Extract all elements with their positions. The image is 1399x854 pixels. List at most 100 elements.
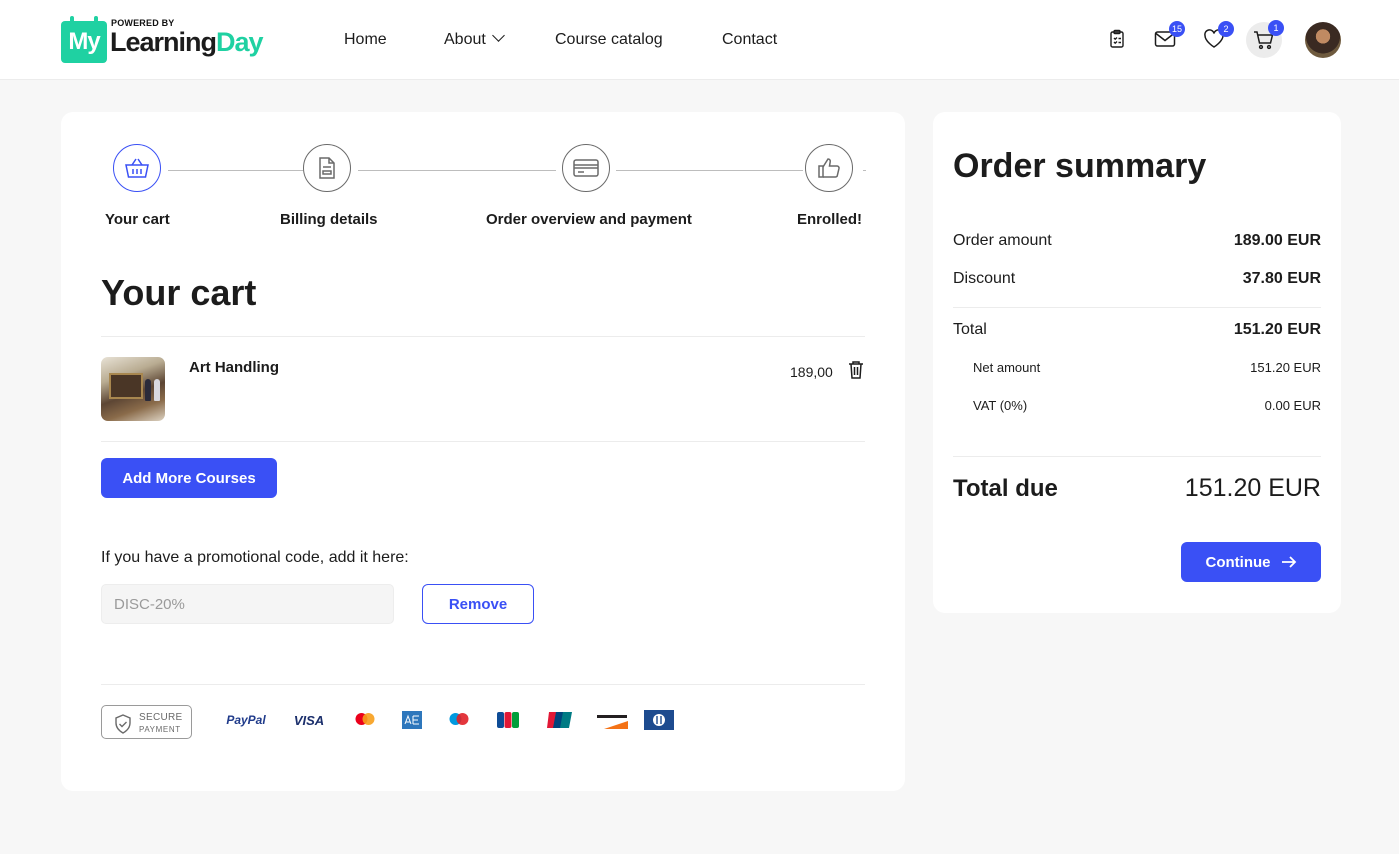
total-due-row: Total due 151.20 EUR bbox=[953, 474, 1321, 503]
stepper-connector bbox=[616, 170, 803, 171]
nav-about[interactable]: About bbox=[444, 29, 505, 49]
jcb-logo bbox=[497, 708, 519, 732]
course-thumbnail bbox=[101, 357, 165, 421]
step-order-overview[interactable] bbox=[562, 144, 610, 192]
step-your-cart[interactable] bbox=[113, 144, 161, 192]
divider bbox=[101, 441, 865, 442]
cart-badge: 1 bbox=[1268, 20, 1284, 36]
messages-button[interactable]: 15 bbox=[1149, 21, 1185, 55]
summary-title: Order summary bbox=[953, 147, 1207, 185]
messages-badge: 15 bbox=[1168, 21, 1185, 37]
paypal-logo-text: PayPal bbox=[226, 713, 266, 727]
clipboard-list-icon bbox=[1110, 29, 1124, 48]
continue-label: Continue bbox=[1205, 553, 1271, 571]
step-label-enrolled: Enrolled! bbox=[797, 211, 863, 228]
divider bbox=[953, 307, 1321, 308]
divider bbox=[101, 684, 865, 685]
divider bbox=[953, 456, 1321, 457]
discover-icon bbox=[596, 711, 628, 729]
step-label-your-cart: Your cart bbox=[105, 211, 170, 228]
painting-shape bbox=[109, 373, 143, 399]
credit-card-icon bbox=[573, 159, 599, 177]
step-label-billing: Billing details bbox=[280, 211, 378, 228]
secure-payment-badge: SECURE PAYMENT bbox=[101, 705, 192, 739]
step-billing-details[interactable] bbox=[303, 144, 351, 192]
order-summary-card: Order summary Order amount 189.00 EUR Di… bbox=[933, 112, 1341, 613]
total-row: Total 151.20 EUR bbox=[953, 321, 1321, 339]
discount-row: Discount 37.80 EUR bbox=[953, 270, 1321, 288]
top-header: My POWERED BY LearningDay Home About Cou… bbox=[0, 0, 1399, 80]
remove-promo-button[interactable]: Remove bbox=[422, 584, 534, 624]
stepper-connector bbox=[863, 170, 866, 171]
net-amount-value: 151.20 EUR bbox=[1250, 360, 1321, 375]
mastercard-icon bbox=[355, 713, 375, 725]
paypal-logo: PayPal bbox=[221, 708, 271, 732]
total-due-value: 151.20 EUR bbox=[1184, 474, 1321, 502]
net-amount-label: Net amount bbox=[973, 360, 1041, 375]
amex-icon bbox=[402, 711, 422, 729]
divider bbox=[101, 336, 865, 337]
jcb-icon bbox=[497, 712, 519, 728]
cart-card: Your cart Billing details Order overview… bbox=[61, 112, 905, 791]
maestro-icon bbox=[449, 713, 469, 725]
total-value: 151.20 EUR bbox=[1233, 321, 1321, 338]
vat-label: VAT (0%) bbox=[973, 398, 1028, 413]
clipboard-list-button[interactable] bbox=[1101, 23, 1133, 55]
order-amount-label: Order amount bbox=[953, 232, 1052, 249]
step-enrolled[interactable] bbox=[805, 144, 853, 192]
net-amount-row: Net amount 151.20 EUR bbox=[953, 360, 1321, 375]
order-amount-value: 189.00 EUR bbox=[1233, 232, 1321, 249]
promo-code-input[interactable] bbox=[101, 584, 394, 624]
nav-about-label: About bbox=[444, 31, 486, 48]
add-more-courses-button[interactable]: Add More Courses bbox=[101, 458, 277, 498]
promo-code-label: If you have a promotional code, add it h… bbox=[101, 549, 409, 566]
nav-contact[interactable]: Contact bbox=[722, 31, 777, 49]
logo-box: My bbox=[61, 16, 107, 63]
continue-button[interactable]: Continue bbox=[1181, 542, 1321, 582]
page-title: Your cart bbox=[101, 272, 257, 313]
visa-logo: VISA bbox=[289, 708, 329, 732]
order-amount-row: Order amount 189.00 EUR bbox=[953, 232, 1321, 250]
maestro-logo bbox=[447, 708, 471, 732]
vat-value: 0.00 EUR bbox=[1264, 398, 1321, 413]
total-due-label: Total due bbox=[953, 475, 1058, 502]
diners-club-icon bbox=[644, 710, 674, 730]
stepper-connector bbox=[358, 170, 556, 171]
diners-club-logo bbox=[644, 708, 674, 732]
visa-logo-text: VISA bbox=[293, 712, 325, 728]
remove-item-button[interactable] bbox=[847, 360, 865, 385]
document-icon bbox=[319, 157, 335, 179]
secure-line1: SECURE bbox=[139, 712, 183, 723]
cart-button[interactable]: 1 bbox=[1246, 20, 1284, 58]
basket-icon bbox=[125, 158, 149, 178]
logo[interactable]: My POWERED BY LearningDay bbox=[61, 16, 271, 65]
user-avatar[interactable] bbox=[1305, 22, 1341, 58]
nav-home[interactable]: Home bbox=[344, 31, 387, 49]
course-price: 189,00 bbox=[790, 364, 833, 380]
logo-word-part2: Day bbox=[216, 27, 264, 57]
shield-check-icon bbox=[115, 714, 131, 734]
logo-word-part1: Learning bbox=[110, 27, 217, 57]
mastercard-logo bbox=[351, 708, 379, 732]
discount-value: 37.80 EUR bbox=[1242, 270, 1321, 287]
discount-label: Discount bbox=[953, 270, 1016, 287]
arrow-right-icon bbox=[1281, 556, 1296, 568]
unionpay-logo bbox=[547, 708, 573, 732]
person-shape bbox=[145, 379, 151, 401]
vat-row: VAT (0%) 0.00 EUR bbox=[953, 398, 1321, 413]
step-label-order-overview: Order overview and payment bbox=[486, 211, 692, 228]
thumbs-up-icon bbox=[818, 158, 840, 178]
discover-logo bbox=[595, 708, 629, 732]
secure-line2: PAYMENT bbox=[139, 725, 181, 734]
total-label: Total bbox=[953, 321, 987, 338]
logo-word: LearningDay bbox=[110, 27, 264, 58]
person-shape bbox=[154, 379, 160, 401]
stepper-connector bbox=[168, 170, 303, 171]
nav-course-catalog[interactable]: Course catalog bbox=[555, 31, 663, 49]
wishlist-button[interactable]: 2 bbox=[1198, 21, 1234, 55]
chevron-down-icon bbox=[491, 29, 505, 42]
amex-logo bbox=[401, 708, 423, 732]
unionpay-icon bbox=[547, 712, 572, 728]
trash-icon bbox=[849, 361, 863, 379]
course-name: Art Handling bbox=[189, 359, 279, 376]
